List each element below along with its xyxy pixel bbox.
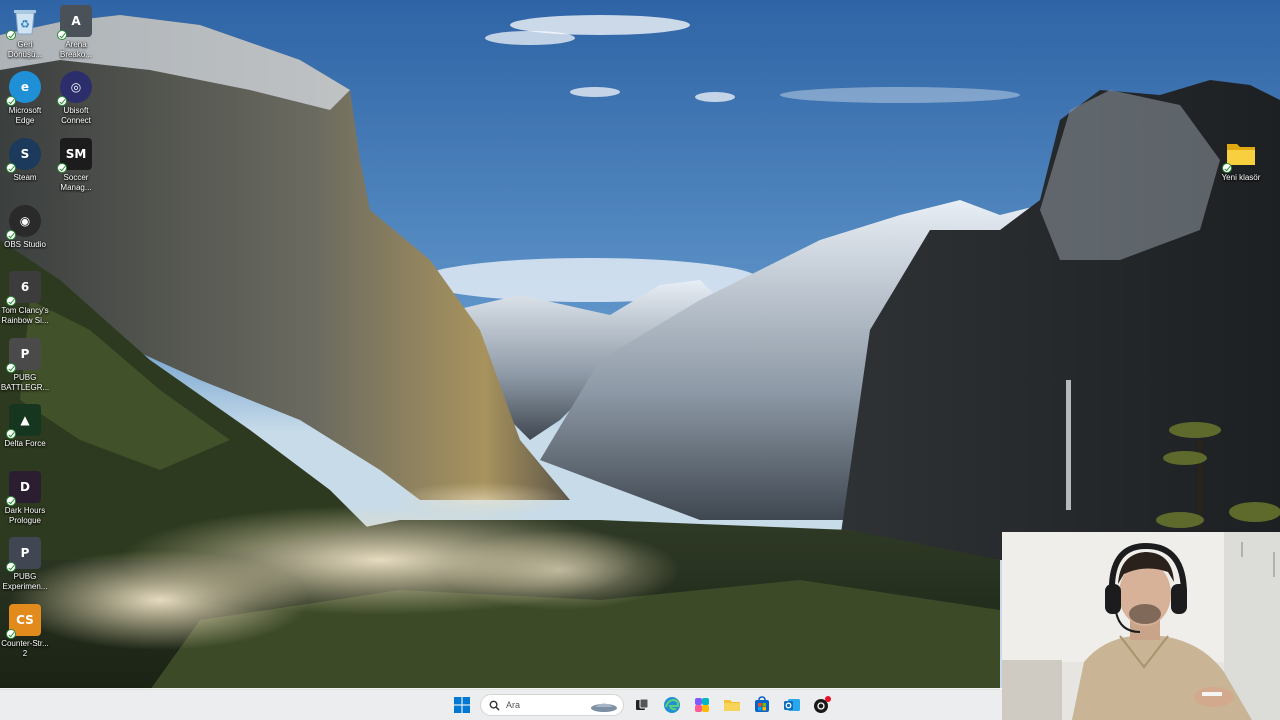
desktop-icon-label: Ubisoft Connect bbox=[61, 106, 91, 125]
sync-check-icon bbox=[57, 163, 67, 173]
desktop-icon-label: Steam bbox=[13, 173, 37, 182]
desktop-icon-label: Tom Clancy's Rainbow Si... bbox=[1, 306, 49, 325]
desktop-icon-label: Dark Hours Prologue bbox=[4, 506, 46, 525]
steam-icon: S bbox=[6, 138, 41, 173]
sync-check-icon bbox=[1222, 163, 1232, 173]
edge-icon: e bbox=[6, 71, 41, 106]
streamer-webcam-image bbox=[1002, 532, 1280, 720]
taskbar-outlook-button[interactable] bbox=[780, 693, 804, 717]
search-highlight-icon bbox=[591, 703, 617, 712]
desktop-icon-label: Soccer Manag... bbox=[60, 173, 92, 192]
desktop-icon-label: Microsoft Edge bbox=[8, 106, 42, 125]
desktop-icon-ubisoft-connect[interactable]: ◎ Ubisoft Connect bbox=[51, 71, 101, 126]
desktop-icon-soccer-manager[interactable]: SM Soccer Manag... bbox=[51, 138, 101, 193]
desktop-icon-label: Yeni klasör bbox=[1221, 173, 1261, 182]
desktop-icon-pubg-experimental[interactable]: P PUBG Experimen... bbox=[0, 537, 50, 592]
search-box[interactable]: Ara bbox=[480, 694, 624, 716]
dark-hours-icon: D bbox=[6, 471, 41, 506]
desktop-icon-pubg[interactable]: P PUBG BATTLEGR... bbox=[0, 338, 50, 393]
pubg-icon: P bbox=[6, 338, 41, 373]
ubisoft-connect-icon: ◎ bbox=[57, 71, 92, 106]
desktop-icon-rainbow-six[interactable]: 6 Tom Clancy's Rainbow Si... bbox=[0, 271, 50, 326]
sync-check-icon bbox=[6, 296, 16, 306]
desktop-icon-label: Counter-Str... 2 bbox=[1, 639, 49, 658]
sync-check-icon bbox=[6, 96, 16, 106]
folder-icon bbox=[1222, 138, 1257, 173]
task-view-icon bbox=[636, 698, 649, 710]
counter-strike-icon: CS bbox=[6, 604, 41, 639]
windows-logo-icon bbox=[454, 697, 470, 713]
taskbar-copilot-button[interactable] bbox=[690, 693, 714, 717]
svg-text:♻: ♻ bbox=[20, 18, 30, 31]
store-icon bbox=[755, 696, 769, 712]
desktop-icon-edge[interactable]: e Microsoft Edge bbox=[0, 71, 50, 126]
pubg-experimental-icon: P bbox=[6, 537, 41, 572]
desktop-icon-dark-hours[interactable]: D Dark Hours Prologue bbox=[0, 471, 50, 526]
outlook-icon bbox=[784, 699, 800, 711]
sync-check-icon bbox=[57, 96, 67, 106]
copilot-icon bbox=[695, 698, 709, 712]
recycle-bin-icon: ♻ bbox=[6, 5, 41, 40]
sync-check-icon bbox=[6, 629, 16, 639]
rainbow-six-icon: 6 bbox=[6, 271, 41, 306]
desktop-icon-label: OBS Studio bbox=[4, 240, 46, 249]
desktop-icon-obs-studio[interactable]: ◉ OBS Studio bbox=[0, 205, 50, 250]
taskbar-app-button[interactable] bbox=[810, 693, 834, 717]
taskbar: Ara bbox=[0, 688, 1002, 720]
sync-check-icon bbox=[6, 429, 16, 439]
desktop-icon-recycle-bin[interactable]: ♻ Geri Dönüşü... bbox=[0, 5, 50, 60]
taskbar-center-group: Ara bbox=[450, 689, 834, 720]
desktop-icon-folder[interactable]: Yeni klasör bbox=[1216, 138, 1266, 183]
obs-studio-icon: ◉ bbox=[6, 205, 41, 240]
sync-check-icon bbox=[57, 30, 67, 40]
sync-check-icon bbox=[6, 230, 16, 240]
sync-check-icon bbox=[6, 496, 16, 506]
search-placeholder: Ara bbox=[506, 700, 521, 710]
app-icon bbox=[814, 696, 831, 713]
edge-icon bbox=[664, 697, 680, 713]
desktop-icon-counter-strike[interactable]: CS Counter-Str... 2 bbox=[0, 604, 50, 659]
delta-force-icon: ▲ bbox=[6, 404, 41, 439]
desktop-icon-arena-breakout[interactable]: A Arena Breako... bbox=[51, 5, 101, 60]
taskbar-explorer-button[interactable] bbox=[720, 693, 744, 717]
taskbar-edge-button[interactable] bbox=[660, 693, 684, 717]
sync-check-icon bbox=[6, 562, 16, 572]
desktop-icon-label: Delta Force bbox=[4, 439, 46, 448]
search-icon bbox=[489, 700, 500, 711]
sync-check-icon bbox=[6, 363, 16, 373]
task-view-button[interactable] bbox=[630, 693, 654, 717]
desktop-icon-label: Geri Dönüşü... bbox=[7, 40, 43, 59]
folder-icon bbox=[724, 700, 740, 711]
desktop-icon-label: Arena Breako... bbox=[59, 40, 92, 59]
desktop-icon-delta-force[interactable]: ▲ Delta Force bbox=[0, 404, 50, 449]
desktop-icon-steam[interactable]: S Steam bbox=[0, 138, 50, 183]
arena-breakout-icon: A bbox=[57, 5, 92, 40]
start-button[interactable] bbox=[450, 693, 474, 717]
desktop-icon-label: PUBG BATTLEGR... bbox=[0, 373, 50, 392]
sync-check-icon bbox=[6, 163, 16, 173]
desktop-icon-label: PUBG Experimen... bbox=[2, 572, 48, 591]
webcam-overlay bbox=[1002, 532, 1280, 720]
sync-check-icon bbox=[6, 30, 16, 40]
soccer-manager-icon: SM bbox=[57, 138, 92, 173]
taskbar-store-button[interactable] bbox=[750, 693, 774, 717]
